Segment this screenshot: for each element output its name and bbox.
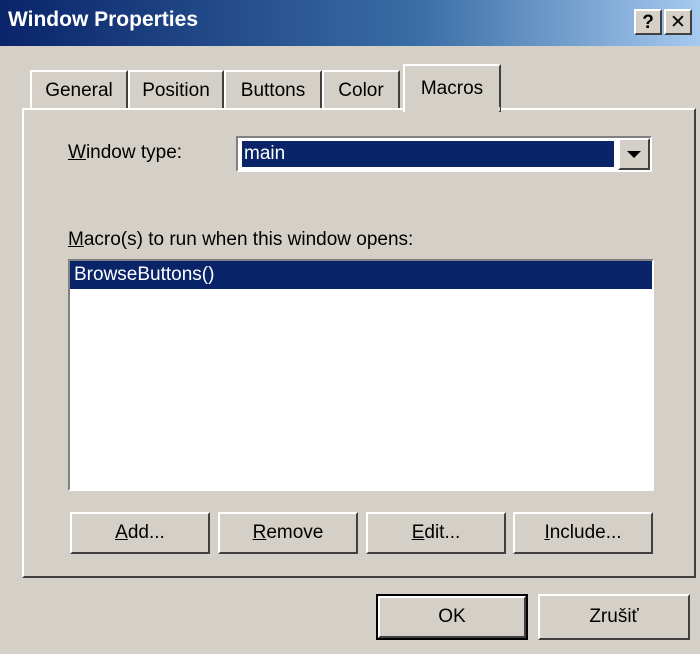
title-bar[interactable]: Window Properties ? ✕ [0, 0, 700, 46]
remove-button[interactable]: Remove [218, 512, 358, 554]
add-button[interactable]: Add... [70, 512, 210, 554]
window-title: Window Properties [8, 8, 198, 31]
close-icon: ✕ [670, 11, 686, 33]
tab-connector [405, 107, 500, 111]
window-type-value: main [242, 141, 614, 167]
macros-list-label: Macro(s) to run when this window opens: [68, 229, 414, 250]
edit-button-label: Edit... [411, 522, 461, 543]
add-button-label: Add... [115, 522, 165, 543]
tab-label: Color [338, 80, 384, 101]
dropdown-button[interactable] [618, 138, 650, 170]
close-button[interactable]: ✕ [664, 9, 692, 35]
include-button[interactable]: Include... [513, 512, 653, 554]
window-type-label: Window type: [68, 142, 183, 163]
chevron-down-icon [627, 150, 641, 158]
macros-listbox[interactable]: BrowseButtons() [68, 259, 654, 491]
cancel-button-label: Zrušiť [589, 606, 639, 627]
window-type-select[interactable]: main [236, 136, 652, 172]
ok-button[interactable]: OK [376, 594, 528, 640]
edit-button[interactable]: Edit... [366, 512, 506, 554]
tab-label: Macros [420, 78, 484, 99]
tab-macros[interactable]: Macros [403, 64, 501, 112]
include-button-label: Include... [544, 522, 622, 543]
help-button[interactable]: ? [634, 9, 662, 35]
ok-button-label: OK [438, 606, 466, 627]
help-icon: ? [642, 11, 654, 33]
remove-button-label: Remove [252, 522, 324, 543]
tab-position[interactable]: Position [128, 70, 224, 110]
list-item[interactable]: BrowseButtons() [70, 261, 652, 289]
tab-color[interactable]: Color [322, 70, 400, 110]
tab-buttons[interactable]: Buttons [224, 70, 322, 110]
tab-label: General [45, 80, 113, 101]
tab-general[interactable]: General [30, 70, 128, 110]
cancel-button[interactable]: Zrušiť [538, 594, 690, 640]
tab-label: Position [142, 80, 210, 101]
tab-label: Buttons [240, 80, 306, 101]
